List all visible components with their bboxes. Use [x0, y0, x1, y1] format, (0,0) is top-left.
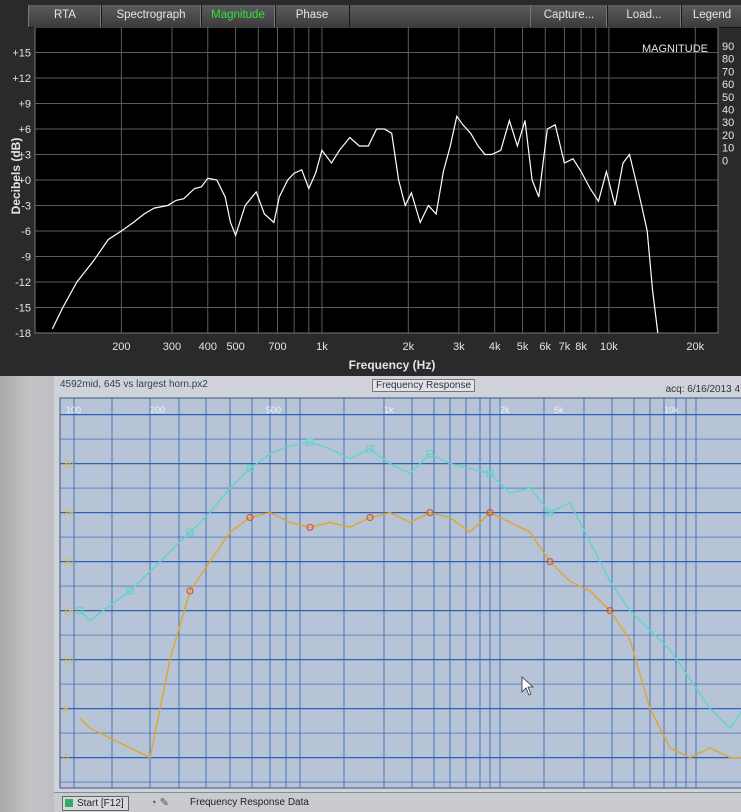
x-tick-label: 4k: [489, 341, 501, 353]
graph-y-tick-label: 5: [63, 705, 69, 716]
graph-y-tick-label: 0: [63, 754, 69, 765]
y-tick-label-right: 30: [722, 117, 734, 129]
y-tick-label-right: 0: [722, 155, 728, 167]
status-text: Frequency Response Data: [190, 797, 309, 808]
x-tick-label: 10k: [600, 341, 618, 353]
capture-button[interactable]: Capture...: [530, 5, 608, 27]
graph-y-tick-label: 25: [63, 509, 75, 520]
status-bar: Start [F12] ◔ ✎ Frequency Response Data: [54, 792, 741, 812]
y-ticks-right: 9080706050403020100: [722, 41, 734, 167]
graph-x-tick-label: 10k: [664, 405, 679, 415]
start-label: Start [F12]: [77, 798, 124, 809]
graph-y-tick-label: 30: [63, 460, 75, 471]
y-tick-label: +9: [18, 99, 31, 111]
y-axis-label: Decibels (dB): [9, 138, 23, 215]
y-tick-label-right: 60: [722, 79, 734, 91]
start-icon: [65, 799, 73, 807]
tool-icon: ✎: [159, 797, 169, 809]
graph-x-tick-label: 500: [266, 405, 281, 415]
graph-x-tick-label: 5k: [554, 405, 564, 415]
graph-x-tick-label: 1k: [384, 405, 394, 415]
response-window: 4592mid, 645 vs largest horn.px2 Frequen…: [54, 376, 741, 812]
analyzer-window: RTA Spectrograph Magnitude Phase Capture…: [0, 0, 741, 376]
x-tick-label: 400: [199, 341, 217, 353]
x-tick-label: 5k: [517, 341, 529, 353]
photo-background: 4592mid, 645 vs largest horn.px2 Frequen…: [0, 376, 741, 812]
toolbar: RTA Spectrograph Magnitude Phase Capture…: [28, 5, 741, 28]
magnitude-chart: +15+12+9+6+3+0-3-6-9-12-15-18 9080706050…: [9, 27, 734, 372]
x-tick-label: 7k: [559, 341, 571, 353]
x-ticks: 200 300 400 500 700 1k 2k 3k 4k 5k 6k 7k 8k 10k 20k: [112, 341, 704, 353]
chart-title: MAGNITUDE: [642, 43, 708, 55]
graph-area: [59, 397, 741, 789]
frequency-response-graph[interactable]: 30 25 20 15 10 5 0 100 200 500 1k 2k 5k 10k: [54, 394, 741, 792]
tab-magnitude[interactable]: Magnitude: [200, 5, 276, 27]
window-title: 4592mid, 645 vs largest horn.px2: [60, 379, 208, 390]
graph-title: Frequency Response: [372, 379, 476, 392]
x-tick-label: 6k: [539, 341, 551, 353]
magnitude-plot[interactable]: +15 +12 +9 +6 +3 +0 -3 -6 -9 -12 -15 -18 90 80 70 60 50…: [0, 27, 741, 376]
tab-phase[interactable]: Phase: [274, 5, 350, 27]
start-button[interactable]: Start [F12]: [62, 796, 129, 811]
x-tick-label: 20k: [686, 341, 704, 353]
tab-spectrograph[interactable]: Spectrograph: [100, 5, 202, 27]
y-tick-label: +6: [18, 124, 31, 136]
x-tick-label: 8k: [575, 341, 587, 353]
x-tick-label: 3k: [453, 341, 465, 353]
y-tick-label-right: 50: [722, 92, 734, 104]
y-tick-label-right: 80: [722, 54, 734, 66]
tab-rta[interactable]: RTA: [28, 5, 102, 27]
graph-x-tick-label: 200: [150, 405, 165, 415]
load-button[interactable]: Load...: [606, 5, 682, 27]
y-tick-label-right: 70: [722, 66, 734, 78]
clock-icon: ◔: [150, 797, 157, 809]
graph-x-tick-label: 2k: [500, 405, 510, 415]
x-tick-label: 500: [226, 341, 244, 353]
x-axis-label: Frequency (Hz): [349, 358, 436, 372]
x-tick-label: 2k: [403, 341, 415, 353]
graph-y-tick-label: 15: [63, 607, 75, 618]
y-tick-label: +15: [12, 48, 31, 60]
graph-y-tick-label: 20: [63, 558, 75, 569]
y-tick-label-right: 10: [722, 143, 734, 155]
graph-x-tick-label: 100: [66, 405, 81, 415]
legend-button[interactable]: Legend: [680, 5, 741, 27]
status-icons: ◔ ✎: [150, 796, 169, 809]
x-tick-label: 700: [268, 341, 286, 353]
y-tick-label: -6: [21, 226, 31, 238]
y-tick-label: +12: [12, 73, 31, 85]
y-tick-label-right: 90: [722, 41, 734, 53]
y-tick-label: -15: [15, 303, 31, 315]
x-tick-label: 300: [163, 341, 181, 353]
x-tick-label: 200: [112, 341, 130, 353]
x-tick-label: 1k: [316, 341, 328, 353]
y-tick-label: -12: [15, 277, 31, 289]
y-tick-label: -9: [21, 252, 31, 264]
y-tick-label-right: 40: [722, 105, 734, 117]
y-tick-label: -18: [15, 328, 31, 340]
graph-y-tick-label: 10: [63, 656, 75, 667]
y-tick-label-right: 20: [722, 130, 734, 142]
